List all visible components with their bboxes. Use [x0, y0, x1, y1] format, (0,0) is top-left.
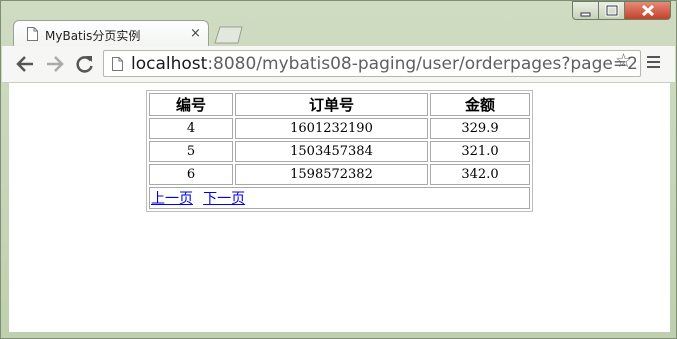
close-icon [641, 4, 655, 17]
next-page-link[interactable]: 下一页 [203, 191, 245, 207]
browser-toolbar: localhost:8080/mybatis08-paging/user/ord… [2, 46, 675, 83]
table-cell: 1503457384 [235, 141, 428, 162]
hamburger-menu-icon[interactable] [647, 56, 660, 71]
browser-window: MyBatis分页实例 × localhost:8080/mybatis08-p… [0, 0, 677, 339]
column-header: 编号 [149, 93, 233, 116]
table-cell: 329.9 [430, 118, 530, 139]
tab-close-icon[interactable]: × [190, 26, 201, 41]
url-host: localhost [131, 54, 208, 74]
table-row: 4 1601232190 329.9 [149, 118, 530, 139]
browser-tab[interactable]: MyBatis分页实例 × [13, 20, 209, 47]
table-header-row: 编号 订单号 金额 [149, 93, 530, 116]
table-cell: 1598572382 [235, 164, 428, 185]
star-icon[interactable]: ☆ [615, 50, 632, 72]
table-cell: 4 [149, 118, 233, 139]
minimize-button[interactable] [572, 1, 599, 20]
table-cell: 321.0 [430, 141, 530, 162]
pager-row: 上一页 下一页 [149, 187, 530, 209]
table-cell: 1601232190 [235, 118, 428, 139]
address-bar[interactable]: localhost:8080/mybatis08-paging/user/ord… [103, 50, 641, 77]
pager: 上一页 下一页 [149, 187, 530, 209]
table-cell: 6 [149, 164, 233, 185]
tab-title: MyBatis分页实例 [45, 29, 141, 43]
url-text: localhost:8080/mybatis08-paging/user/ord… [131, 54, 638, 74]
new-tab-button[interactable] [214, 26, 244, 44]
page-icon [27, 27, 38, 41]
orders-table: 编号 订单号 金额 4 1601232190 329.9 5 150345738… [146, 90, 533, 212]
page-content: 编号 订单号 金额 4 1601232190 329.9 5 150345738… [9, 83, 670, 332]
table-row: 6 1598572382 342.0 [149, 164, 530, 185]
maximize-icon [605, 4, 619, 17]
column-header: 金额 [430, 93, 530, 116]
minimize-icon [580, 12, 591, 17]
maximize-button[interactable] [598, 1, 625, 20]
close-window-button[interactable] [624, 1, 671, 20]
reload-icon[interactable] [74, 54, 96, 74]
prev-page-link[interactable]: 上一页 [151, 191, 193, 207]
table-row: 5 1503457384 321.0 [149, 141, 530, 162]
column-header: 订单号 [235, 93, 428, 116]
page-icon [112, 57, 123, 71]
back-arrow-icon[interactable] [14, 54, 36, 74]
url-path: :8080/mybatis08-paging/user/orderpages?p… [207, 54, 638, 74]
forward-arrow-icon[interactable] [44, 54, 66, 74]
table-cell: 342.0 [430, 164, 530, 185]
table-cell: 5 [149, 141, 233, 162]
